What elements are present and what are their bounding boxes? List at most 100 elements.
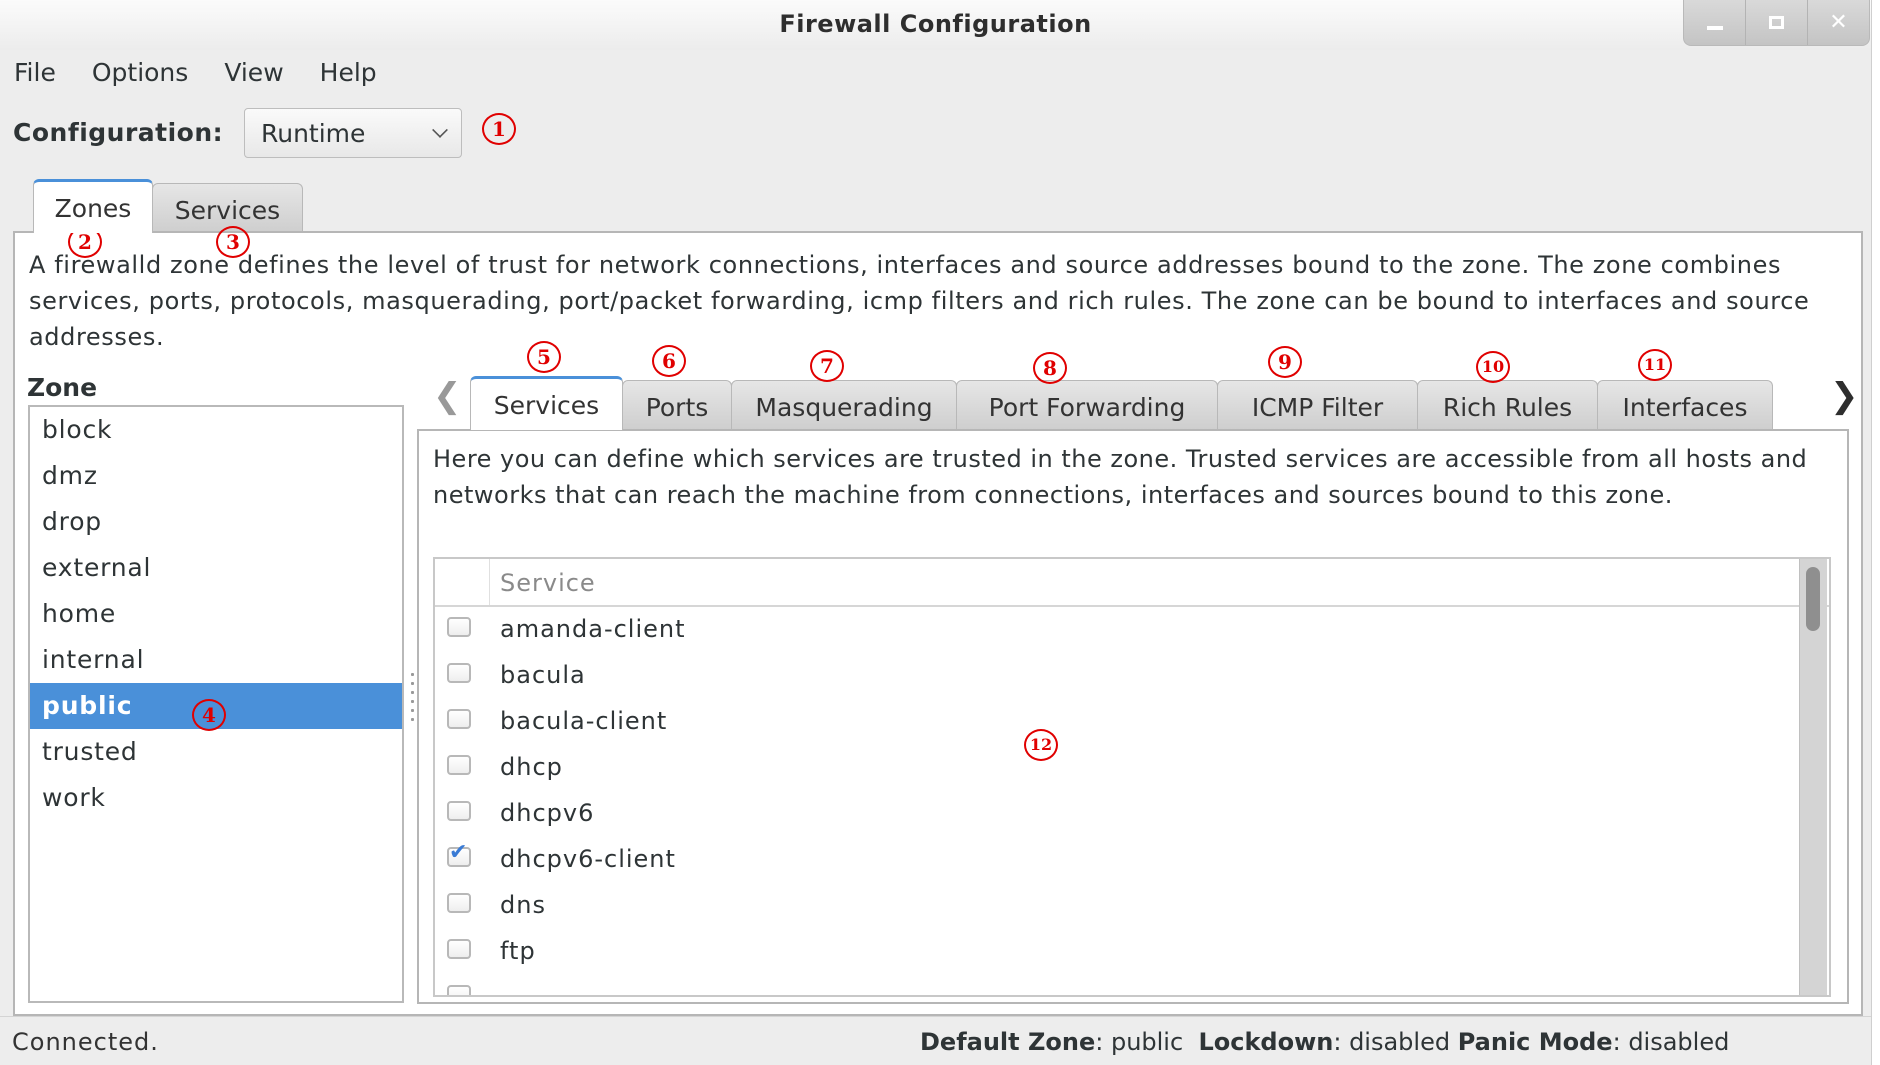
zone-list-label: Zone <box>27 373 98 402</box>
zone-item-trusted[interactable]: trusted <box>30 729 402 775</box>
service-name: dns <box>500 891 546 919</box>
service-checkbox[interactable] <box>447 939 471 959</box>
subtab-masquerading[interactable]: Masquerading <box>731 380 957 432</box>
table-header: Service <box>435 559 1829 607</box>
lockdown-value: disabled <box>1349 1028 1451 1056</box>
tab-label: Interfaces <box>1622 393 1748 422</box>
annotation-marker: 8 <box>1033 352 1067 384</box>
default-zone-value: public <box>1110 1028 1184 1056</box>
zone-item-work[interactable]: work <box>30 775 402 821</box>
table-row[interactable]: dns <box>435 883 1829 929</box>
table-row[interactable]: dhcp <box>435 745 1829 791</box>
window-controls: ✕ <box>1683 0 1870 46</box>
service-checkbox-checked[interactable] <box>447 840 471 867</box>
services-table: Service amanda-client bacula bacula-clie… <box>433 557 1831 997</box>
service-checkbox[interactable] <box>447 755 471 775</box>
service-name: bacula-client <box>500 707 668 735</box>
service-checkbox[interactable] <box>447 985 471 995</box>
zones-description: A firewalld zone defines the level of tr… <box>29 251 1810 351</box>
subtab-icmp-filter[interactable]: ICMP Filter <box>1217 380 1418 432</box>
zone-item-dmz[interactable]: dmz <box>30 453 402 499</box>
titlebar: Firewall Configuration ✕ <box>0 0 1871 50</box>
subtab-rich-rules[interactable]: Rich Rules <box>1417 380 1598 432</box>
service-name: dhcpv6 <box>500 799 595 827</box>
zone-item-external[interactable]: external <box>30 545 402 591</box>
subtab-services[interactable]: Services <box>470 376 623 430</box>
lockdown-label: Lockdown <box>1198 1028 1334 1056</box>
table-row[interactable]: bacula-client <box>435 699 1829 745</box>
tab-label: Rich Rules <box>1442 393 1573 422</box>
table-row-partial[interactable] <box>435 975 1829 995</box>
menu-help[interactable]: Help <box>320 58 377 87</box>
tab-label: Masquerading <box>755 393 933 422</box>
connection-status: Connected. <box>12 1028 159 1056</box>
subtab-port-forwarding[interactable]: Port Forwarding <box>956 380 1218 432</box>
maximize-button[interactable] <box>1746 0 1808 45</box>
chevron-down-icon <box>432 122 448 138</box>
annotation-marker: 10 <box>1476 351 1510 383</box>
service-name: dhcpv6-client <box>500 845 676 873</box>
column-header-service[interactable]: Service <box>500 569 596 597</box>
scrollbar-thumb[interactable] <box>1806 567 1820 631</box>
zone-item-internal[interactable]: internal <box>30 637 402 683</box>
maximize-icon <box>1769 16 1784 29</box>
table-row[interactable]: dhcpv6 <box>435 791 1829 837</box>
table-row[interactable]: amanda-client <box>435 607 1829 653</box>
panic-mode-value: disabled <box>1628 1028 1730 1056</box>
pane-resize-handle[interactable] <box>410 673 416 733</box>
window-title: Firewall Configuration <box>779 10 1092 38</box>
default-zone-label: Default Zone <box>920 1028 1096 1056</box>
services-description: Here you can define which services are t… <box>433 445 1808 509</box>
annotation-marker: 6 <box>652 345 686 377</box>
tab-label: Zones <box>54 194 132 223</box>
tab-label: ICMP Filter <box>1251 393 1384 422</box>
statusbar: Connected. Default Zone: public Lockdown… <box>0 1016 1871 1065</box>
subtab-interfaces[interactable]: Interfaces <box>1597 380 1773 432</box>
tab-zones[interactable]: Zones <box>33 179 153 233</box>
annotation-marker: 9 <box>1268 346 1302 378</box>
annotation-marker: 5 <box>527 341 561 373</box>
annotation-marker: 7 <box>810 350 844 382</box>
menu-options[interactable]: Options <box>92 58 188 87</box>
tabs-scroll-right-icon[interactable]: ❯ <box>1830 376 1859 416</box>
service-name: dhcp <box>500 753 563 781</box>
zone-item-drop[interactable]: drop <box>30 499 402 545</box>
service-checkbox[interactable] <box>447 801 471 821</box>
menu-view[interactable]: View <box>224 58 283 87</box>
service-checkbox[interactable] <box>447 893 471 913</box>
zone-item-home[interactable]: home <box>30 591 402 637</box>
tab-label: Ports <box>645 393 709 422</box>
header-divider <box>489 559 490 605</box>
service-name: bacula <box>500 661 586 689</box>
tabs-scroll-left-icon[interactable]: ❮ <box>433 376 462 416</box>
zone-item-block[interactable]: block <box>30 407 402 453</box>
configuration-combo[interactable]: Runtime <box>244 108 462 158</box>
annotation-marker: 4 <box>192 699 226 731</box>
service-checkbox[interactable] <box>447 663 471 683</box>
tab-label: Services <box>174 196 281 225</box>
panic-mode-label: Panic Mode <box>1457 1028 1613 1056</box>
service-checkbox[interactable] <box>447 617 471 637</box>
firewall-config-window: Firewall Configuration ✕ File Options Vi… <box>0 0 1872 1065</box>
close-icon: ✕ <box>1829 10 1848 35</box>
menubar: File Options View Help <box>14 58 377 87</box>
configuration-label: Configuration: <box>13 118 224 147</box>
menu-file[interactable]: File <box>14 58 56 87</box>
minimize-icon <box>1706 25 1723 30</box>
annotation-marker: 12 <box>1024 729 1058 761</box>
vertical-scrollbar[interactable] <box>1799 559 1827 995</box>
configuration-selected: Runtime <box>261 119 366 148</box>
tab-label: Port Forwarding <box>988 393 1186 422</box>
tab-label: Services <box>493 391 600 420</box>
annotation-marker: 3 <box>216 226 250 258</box>
minimize-button[interactable] <box>1684 0 1746 45</box>
close-button[interactable]: ✕ <box>1808 0 1869 45</box>
service-name: ftp <box>500 937 536 965</box>
subtab-ports[interactable]: Ports <box>622 380 732 432</box>
table-row[interactable]: dhcpv6-client <box>435 837 1829 883</box>
service-checkbox[interactable] <box>447 709 471 729</box>
table-row[interactable]: ftp <box>435 929 1829 975</box>
annotation-marker: 11 <box>1638 349 1672 381</box>
services-page: Here you can define which services are t… <box>417 429 1849 1004</box>
table-row[interactable]: bacula <box>435 653 1829 699</box>
